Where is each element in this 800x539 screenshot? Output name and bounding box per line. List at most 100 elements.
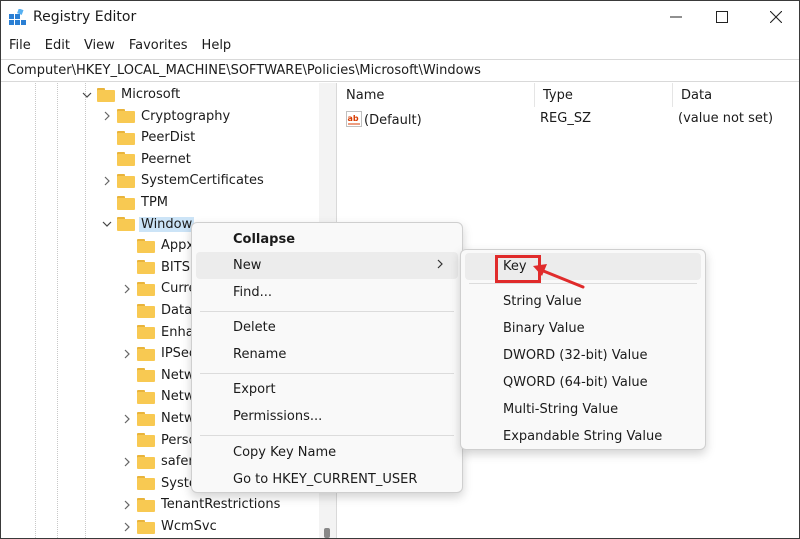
tree-guide-line: [57, 83, 58, 538]
registry-editor-window: Registry Editor File Edit View Favorites…: [0, 0, 800, 539]
menu-separator: [200, 435, 454, 436]
chevron-right-icon[interactable]: [121, 456, 133, 468]
menu-separator: [200, 311, 454, 312]
tree-item[interactable]: BITS: [121, 257, 192, 278]
folder-icon: [117, 217, 135, 232]
chevron-right-icon[interactable]: [121, 413, 133, 425]
column-header-data[interactable]: Data: [673, 83, 799, 107]
menu-file[interactable]: File: [1, 35, 38, 57]
tree-item[interactable]: Netw: [121, 365, 196, 386]
tree-item-label: Window: [139, 216, 195, 232]
menu-edit[interactable]: Edit: [38, 35, 77, 57]
tree-item[interactable]: TPM: [101, 192, 170, 213]
menu-bar: File Edit View Favorites Help: [1, 35, 799, 57]
tree-item-label: WcmSvc: [161, 519, 217, 534]
chevron-right-icon[interactable]: [121, 521, 133, 533]
menu-item-new[interactable]: New: [196, 252, 458, 279]
menu-item-dword-value[interactable]: DWORD (32-bit) Value: [465, 342, 701, 369]
annotation-arrow-icon: [533, 264, 585, 289]
tree-item-label: PeerDist: [141, 130, 196, 146]
folder-icon: [137, 368, 155, 383]
menu-item-expandable-string-value[interactable]: Expandable String Value: [465, 423, 701, 450]
scroll-thumb[interactable]: [324, 528, 330, 538]
tree-item[interactable]: IPSec: [121, 343, 198, 364]
tree-item[interactable]: safer: [121, 451, 196, 472]
maximize-button[interactable]: [699, 1, 745, 33]
minimize-button[interactable]: [653, 1, 699, 33]
menu-item-go-to-hkcu[interactable]: Go to HKEY_CURRENT_USER: [196, 466, 458, 493]
value-type: REG_SZ: [540, 111, 591, 126]
tree-item-label: BITS: [161, 259, 190, 275]
tree-item[interactable]: Enhar: [121, 322, 201, 343]
value-data: (value not set): [678, 111, 774, 126]
folder-icon: [137, 497, 155, 512]
tree-item-label: TPM: [141, 195, 168, 210]
menu-help[interactable]: Help: [195, 35, 239, 57]
menu-view[interactable]: View: [77, 35, 122, 57]
tree-item[interactable]: PeerDist: [101, 127, 197, 148]
column-header-type[interactable]: Type: [535, 83, 673, 107]
tree-item[interactable]: Netw: [121, 386, 196, 407]
menu-item-permissions[interactable]: Permissions...: [196, 403, 458, 430]
maximize-icon: [716, 11, 728, 23]
tree-item[interactable]: WcmSvc: [121, 516, 219, 537]
tree-item[interactable]: TenantRestrictions: [121, 494, 282, 515]
svg-text:ab: ab: [348, 114, 359, 123]
tree-item-label: SystemCertificates: [141, 173, 264, 189]
tree-item[interactable]: Cryptography: [101, 106, 232, 127]
tree-item-label: Peernet: [141, 151, 191, 167]
tree-item[interactable]: Curre: [121, 278, 199, 299]
column-header-name[interactable]: Name: [338, 83, 535, 107]
tree-item[interactable]: Perso: [121, 430, 198, 451]
menu-item-qword-value[interactable]: QWORD (64-bit) Value: [465, 369, 701, 396]
menu-item-string-value[interactable]: String Value: [465, 288, 701, 315]
menu-favorites[interactable]: Favorites: [122, 35, 195, 57]
menu-item-binary-value[interactable]: Binary Value: [465, 315, 701, 342]
menu-item-rename[interactable]: Rename: [196, 341, 458, 368]
tree-item[interactable]: Syste: [121, 473, 199, 494]
tree-guide-line: [85, 83, 86, 538]
tree-item[interactable]: Window: [101, 214, 195, 235]
tree-item[interactable]: Appx: [121, 235, 196, 256]
chevron-right-icon[interactable]: [121, 499, 133, 511]
folder-icon: [137, 325, 155, 340]
tree-item[interactable]: Peernet: [101, 149, 193, 170]
menu-item-new-label: New: [233, 258, 262, 273]
close-button[interactable]: [753, 1, 799, 33]
folder-icon: [117, 173, 135, 188]
folder-icon: [117, 152, 135, 167]
tree-item[interactable]: SystemCertificates: [101, 170, 266, 191]
registry-editor-icon: [9, 9, 26, 25]
chevron-down-icon[interactable]: [81, 89, 93, 101]
tree-item-label: Cryptography: [141, 108, 231, 124]
address-bar[interactable]: Computer\HKEY_LOCAL_MACHINE\SOFTWARE\Pol…: [1, 59, 799, 82]
chevron-right-icon[interactable]: [121, 283, 133, 295]
chevron-right-icon[interactable]: [101, 110, 113, 122]
menu-item-copy-key-name[interactable]: Copy Key Name: [196, 439, 458, 466]
chevron-right-icon[interactable]: [101, 175, 113, 187]
value-row[interactable]: ab (Default) REG_SZ (value not set): [338, 109, 799, 129]
menu-item-find[interactable]: Find...: [196, 279, 458, 306]
folder-icon: [137, 303, 155, 318]
menu-item-export[interactable]: Export: [196, 376, 458, 403]
menu-item-multi-string-value[interactable]: Multi-String Value: [465, 396, 701, 423]
tree-item-label: TenantRestrictions: [161, 497, 281, 513]
tree-item[interactable]: Netw: [121, 408, 196, 429]
chevron-down-icon[interactable]: [101, 218, 113, 230]
menu-item-collapse[interactable]: Collapse: [196, 226, 458, 253]
folder-icon: [117, 130, 135, 145]
tree-item[interactable]: Microsoft: [81, 84, 182, 105]
chevron-right-icon[interactable]: [121, 348, 133, 360]
menu-item-delete[interactable]: Delete: [196, 314, 458, 341]
tree-guide-line: [35, 83, 36, 538]
folder-icon: [97, 87, 115, 102]
